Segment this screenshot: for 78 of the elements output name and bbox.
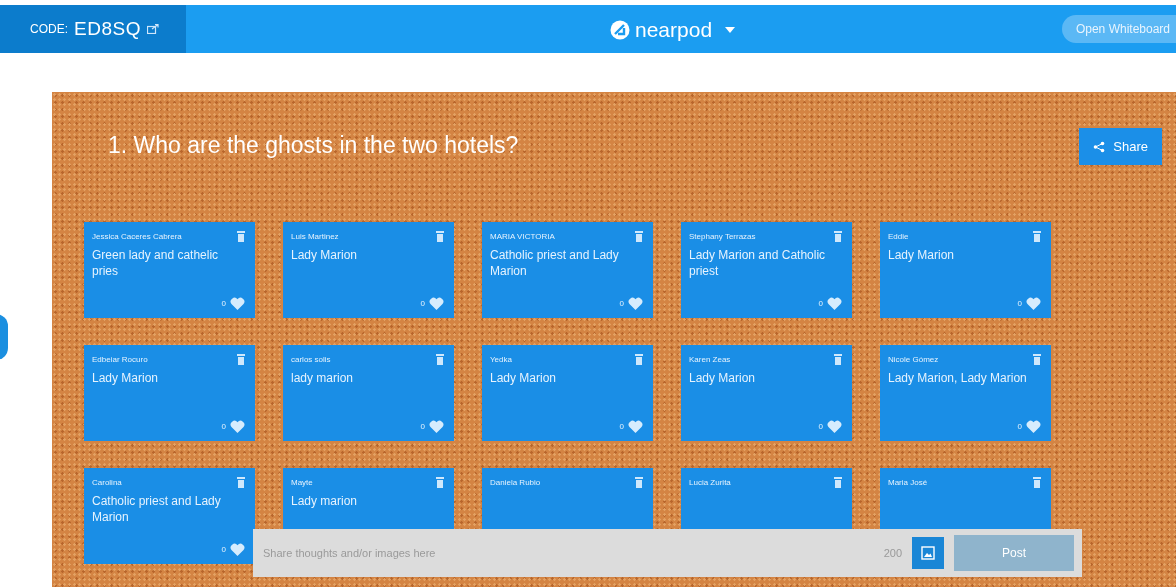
trash-icon[interactable] — [436, 231, 444, 242]
like-count: 0 — [619, 422, 624, 431]
code-label: CODE: — [30, 22, 68, 36]
post-text: Lady Marion — [291, 247, 359, 263]
external-link-icon[interactable] — [146, 24, 159, 34]
like-count: 0 — [1017, 299, 1022, 308]
post-text: Lady Marion — [689, 370, 757, 386]
trash-icon[interactable] — [834, 231, 842, 242]
like-count: 0 — [221, 299, 226, 308]
post-author: Maria José — [888, 478, 928, 487]
post-text: Lady Marion, Lady Marion — [888, 370, 1028, 386]
add-image-button[interactable] — [912, 537, 944, 569]
share-icon — [1093, 140, 1106, 153]
post-text: Catholic priest and Lady Marion — [92, 493, 222, 525]
trash-icon[interactable] — [1033, 477, 1041, 488]
like-count: 0 — [619, 299, 624, 308]
like-count: 0 — [818, 422, 823, 431]
post-text: Lady Marion — [92, 370, 160, 386]
heart-icon[interactable] — [429, 420, 444, 433]
question-title: 1. Who are the ghosts in the two hotels? — [108, 132, 519, 159]
post-text: Lady Marion and Catholic priest — [689, 247, 827, 279]
heart-icon[interactable] — [429, 297, 444, 310]
trash-icon[interactable] — [1033, 354, 1041, 365]
post-author: Lucia Zurita — [689, 478, 731, 487]
post-author: Stephany Terrazas — [689, 232, 756, 241]
trash-icon[interactable] — [1033, 231, 1041, 242]
trash-icon[interactable] — [237, 477, 245, 488]
heart-icon[interactable] — [230, 543, 245, 556]
heart-icon[interactable] — [628, 420, 643, 433]
trash-icon[interactable] — [834, 354, 842, 365]
post-author: Nicole Gómez — [888, 355, 939, 364]
post-text: Lady Marion — [490, 370, 558, 386]
open-whiteboard-button[interactable]: Open Whiteboard — [1061, 15, 1176, 43]
share-button[interactable]: Share — [1079, 128, 1162, 165]
post-text: Lady Marion — [888, 247, 956, 263]
post-author: Daniela Rubio — [490, 478, 541, 487]
trash-icon[interactable] — [237, 354, 245, 365]
post-text: Catholic priest and Lady Marion — [490, 247, 620, 279]
post-author: Eddie — [888, 232, 909, 241]
trash-icon[interactable] — [237, 231, 245, 242]
post-author: carlos solis — [291, 355, 331, 364]
like-count: 0 — [818, 299, 823, 308]
post-text: Green lady and cathelic pries — [92, 247, 220, 279]
post-author: Edbeiar Rocuro — [92, 355, 148, 364]
like-count: 0 — [221, 422, 226, 431]
heart-icon[interactable] — [1026, 297, 1041, 310]
trash-icon[interactable] — [436, 354, 444, 365]
post-author: MARIA VICTORIA — [490, 232, 555, 241]
heart-icon[interactable] — [628, 297, 643, 310]
post-input-field[interactable]: Share thoughts and/or images here — [261, 546, 874, 560]
heart-icon[interactable] — [827, 420, 842, 433]
image-icon — [921, 546, 935, 560]
trash-icon[interactable] — [635, 231, 643, 242]
heart-icon[interactable] — [1026, 420, 1041, 433]
like-count: 0 — [1017, 422, 1022, 431]
heart-icon[interactable] — [827, 297, 842, 310]
brand-name: nearpod — [635, 18, 713, 42]
trash-icon[interactable] — [635, 477, 643, 488]
heart-icon[interactable] — [230, 297, 245, 310]
character-count: 200 — [883, 547, 902, 559]
post-author: Karen Zeas — [689, 355, 731, 364]
post-author: Carolina — [92, 478, 122, 487]
like-count: 0 — [420, 299, 425, 308]
post-text: Lady marion — [291, 493, 359, 509]
post-author: Mayte — [291, 478, 313, 487]
post-author: Yedka — [490, 355, 512, 364]
post-text: lady marion — [291, 370, 355, 386]
trash-icon[interactable] — [436, 477, 444, 488]
like-count: 0 — [221, 545, 226, 554]
post-author: Jessica Caceres Cabrera — [92, 232, 182, 241]
code-value: ED8SQ — [74, 18, 141, 40]
trash-icon[interactable] — [635, 354, 643, 365]
caret-icon[interactable] — [725, 27, 736, 33]
post-author: Luis Martinez — [291, 232, 339, 241]
heart-icon[interactable] — [230, 420, 245, 433]
trash-icon[interactable] — [834, 477, 842, 488]
logo-icon — [610, 20, 630, 40]
like-count: 0 — [420, 422, 425, 431]
